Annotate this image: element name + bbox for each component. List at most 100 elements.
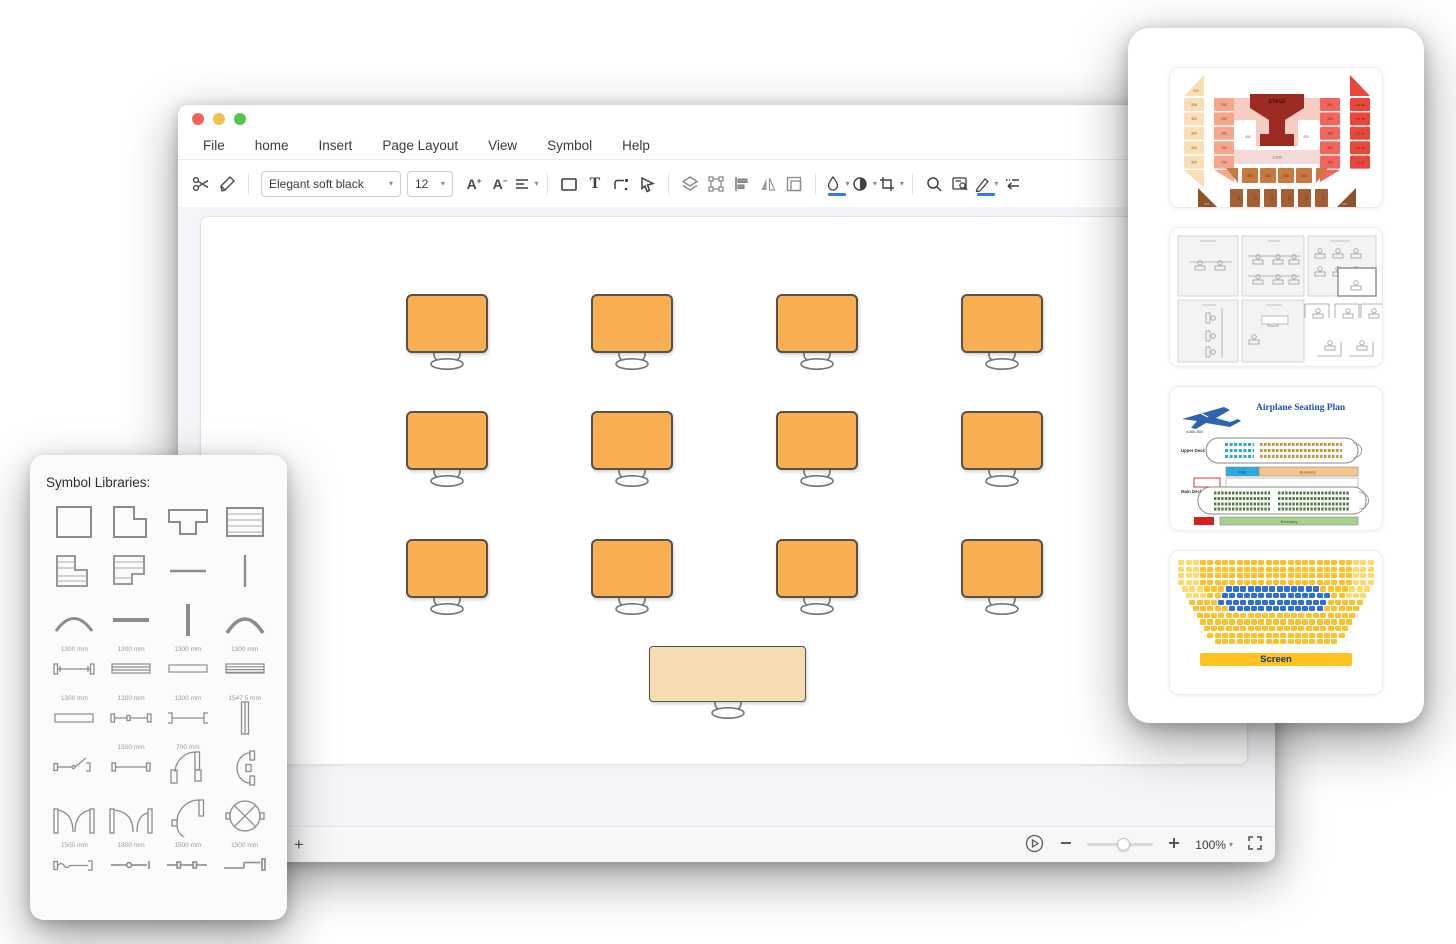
zoom-level[interactable]: 100% [1195,838,1226,852]
rectangle-tool-icon[interactable] [556,170,582,198]
symbol-wall-thick-vertical[interactable] [160,596,217,645]
student-desk[interactable] [961,294,1043,375]
zoom-out-button[interactable] [1059,836,1073,853]
symbol-wall-offset[interactable]: 1500 mm [216,841,273,890]
student-desk[interactable] [961,411,1043,492]
student-desk-top[interactable] [776,539,858,598]
menu-help[interactable]: Help [607,138,665,153]
student-desk-top[interactable] [961,411,1043,470]
student-desk-top[interactable] [961,294,1043,353]
zoom-button[interactable] [234,113,246,125]
shadow-style-icon[interactable]: ▾ [850,170,877,198]
menu-home[interactable]: home [240,138,304,153]
teacher-desk[interactable] [649,646,806,724]
symbol-curved-wall-left[interactable] [46,596,103,645]
cut-icon[interactable] [188,170,214,198]
symbol-room-t-shape[interactable] [160,498,217,547]
student-desk[interactable] [961,539,1043,620]
symbol-opening-wide[interactable]: 1300 mm [160,694,217,743]
close-button[interactable] [192,113,204,125]
template-airplane-seating-plan[interactable]: Airplane Seating Plan A380-800 Upper Deck F… [1169,386,1383,531]
theme-select[interactable]: Elegant soft black ▾ [261,170,401,197]
align-objects-icon[interactable] [729,170,755,198]
template-office-cubicle-layout[interactable] [1169,227,1383,367]
crop-icon[interactable]: ▾ [877,170,904,198]
symbol-door-single[interactable]: 700 mm [160,743,217,792]
format-painter-icon[interactable] [214,170,240,198]
symbol-door-corner[interactable] [160,792,217,841]
symbol-door-opening-swing[interactable] [46,743,103,792]
symbol-room-l-shape[interactable] [103,498,160,547]
symbol-room-square[interactable] [46,498,103,547]
font-size-select[interactable]: 12 ▾ [407,170,453,197]
symbol-wall-thick-horizontal[interactable] [103,596,160,645]
student-desk-top[interactable] [776,411,858,470]
presentation-play-icon[interactable] [1024,833,1045,857]
line-color-icon[interactable]: ▾ [973,170,999,198]
pointer-tool-icon[interactable] [634,170,660,198]
student-desk[interactable] [776,539,858,620]
student-desk-top[interactable] [406,411,488,470]
zoom-slider[interactable] [1087,838,1154,851]
student-desk[interactable] [406,294,488,375]
student-desk[interactable] [406,539,488,620]
symbol-room-l-lined[interactable] [46,547,103,596]
symbol-wall-vertical[interactable] [216,547,273,596]
layers-icon[interactable] [677,170,703,198]
symbol-room-l-lined-alt[interactable] [103,547,160,596]
decrease-font-icon[interactable]: A− [487,170,513,198]
text-tool-icon[interactable]: T [582,170,608,198]
student-desk-top[interactable] [776,294,858,353]
menu-insert[interactable]: Insert [304,138,368,153]
student-desk-top[interactable] [961,539,1043,598]
menu-view[interactable]: View [473,138,532,153]
connector-style-icon[interactable] [999,170,1025,198]
symbol-opening-narrow[interactable]: 1300 mm [103,694,160,743]
student-desk[interactable] [776,411,858,492]
teacher-desk-top[interactable] [649,646,806,702]
template-theater-seating[interactable]: Screen [1169,550,1383,695]
symbol-wall-connector-double[interactable]: 1500 mm [160,841,217,890]
flip-mirror-icon[interactable] [755,170,781,198]
symbol-wall-wavy[interactable]: 1500 mm [46,841,103,890]
zoom-in-button[interactable] [1167,836,1181,853]
student-desk-top[interactable] [591,294,673,353]
increase-font-icon[interactable]: A+ [461,170,487,198]
add-page-button[interactable]: + [294,835,304,855]
group-icon[interactable] [703,170,729,198]
frame-icon[interactable] [781,170,807,198]
text-align-icon[interactable]: ▾ [513,170,539,198]
minimize-button[interactable] [213,113,225,125]
symbol-door-revolving[interactable] [216,792,273,841]
symbol-wall-section-lined-b[interactable]: 1300 mm [216,645,273,694]
student-desk-top[interactable] [591,411,673,470]
symbol-door-double[interactable] [46,792,103,841]
menu-file[interactable]: File [188,138,240,153]
symbol-curved-wall-right[interactable] [216,596,273,645]
template-concert-stage-seating[interactable]: 300 300 300 300 300 300 250 250 250 250 250 300 300 3… [1169,67,1383,208]
student-desk[interactable] [776,294,858,375]
symbol-wall-section[interactable]: 1300 mm [160,645,217,694]
find-replace-icon[interactable] [947,170,973,198]
symbol-door-double-uneven[interactable] [103,792,160,841]
symbol-wall-section-plain[interactable]: 1300 mm [46,694,103,743]
student-desk-top[interactable] [591,539,673,598]
student-desk[interactable] [591,539,673,620]
symbol-dimension-line[interactable]: 1300 mm [46,645,103,694]
student-desk[interactable] [591,411,673,492]
symbol-window-tall[interactable]: 1547.5 mm [216,694,273,743]
student-desk[interactable] [591,294,673,375]
menu-symbol[interactable]: Symbol [532,138,607,153]
connector-tool-icon[interactable] [608,170,634,198]
menu-page-layout[interactable]: Page Layout [367,138,473,153]
zoom-slider-thumb[interactable] [1116,838,1130,851]
symbol-wall-connector[interactable]: 1800 mm [103,841,160,890]
symbol-door-arch[interactable] [216,743,273,792]
fill-color-icon[interactable]: ▾ [824,170,850,198]
zoom-search-icon[interactable] [921,170,947,198]
symbol-wall-section-lined[interactable]: 1300 mm [103,645,160,694]
symbol-room-lined[interactable] [216,498,273,547]
symbol-opening-plain[interactable]: 1500 mm [103,743,160,792]
symbol-wall-horizontal[interactable] [160,547,217,596]
student-desk[interactable] [406,411,488,492]
